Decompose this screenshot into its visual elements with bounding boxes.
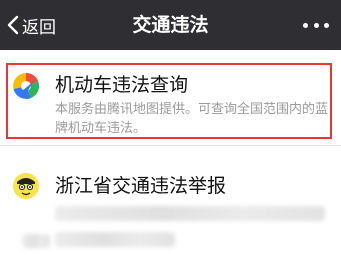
item-description: 本服务由腾讯地图提供。可查询全国范围内的蓝牌机动车违法。 [55, 102, 329, 136]
item-title: 浙江省交通违法举报 [55, 175, 227, 197]
tencent-map-logo-icon [13, 72, 40, 99]
dot-icon [313, 22, 319, 28]
blurred-description [55, 232, 175, 247]
more-options-button[interactable] [303, 0, 329, 50]
navigation-bar: 返回 交通违法 [0, 0, 341, 50]
dot-icon [324, 22, 329, 28]
dot-icon [303, 22, 308, 28]
back-label: 返回 [22, 17, 56, 38]
cartoon-avatar-icon [13, 173, 39, 199]
blurred-description [22, 234, 50, 248]
list-item-zhejiang-violation-report[interactable]: 浙江省交通违法举报 [0, 146, 341, 276]
back-button[interactable]: 返回 [6, 0, 56, 50]
list-item-vehicle-violation-query[interactable]: 机动车违法查询 本服务由腾讯地图提供。可查询全国范围内的蓝牌机动车违法。 [0, 50, 341, 146]
blurred-description [55, 206, 325, 221]
item-title: 机动车违法查询 [55, 74, 189, 96]
service-list: 机动车违法查询 本服务由腾讯地图提供。可查询全国范围内的蓝牌机动车违法。 浙江省… [0, 50, 341, 276]
chevron-left-icon [7, 15, 19, 35]
